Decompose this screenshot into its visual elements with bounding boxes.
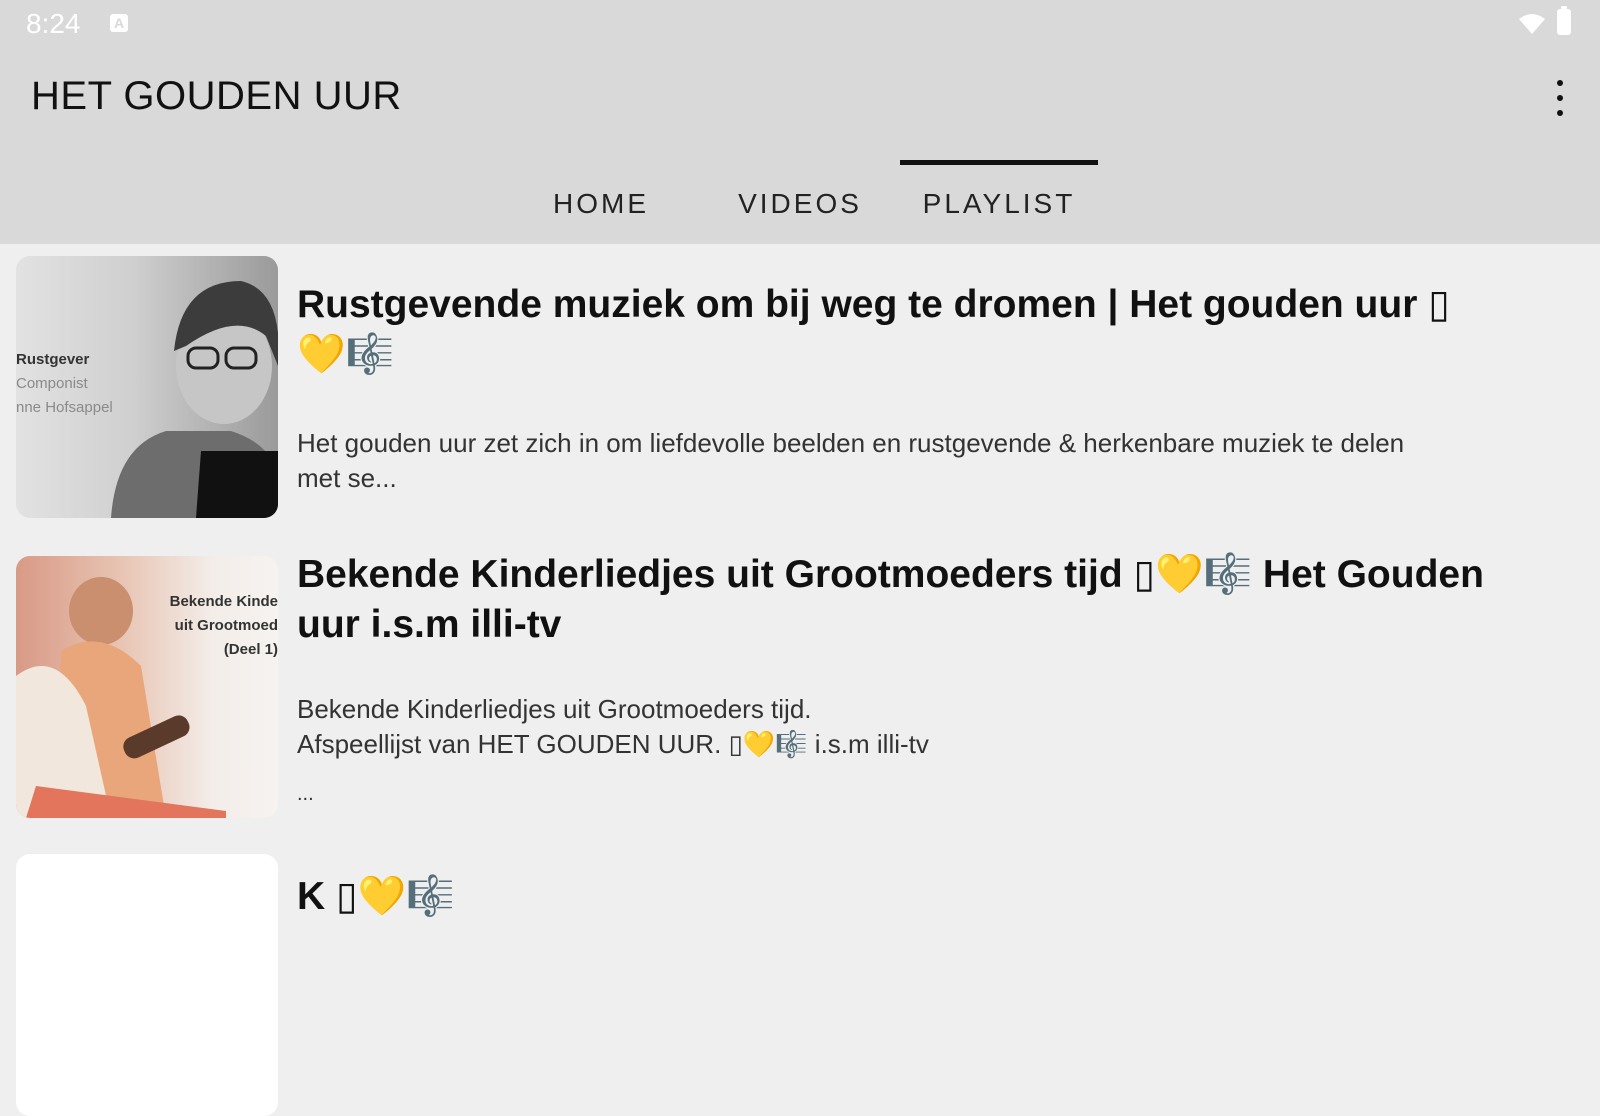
playlist-list[interactable]: Rustgever Componist nne Hofsappel Rustge… [0, 244, 1600, 1116]
thumbnail-caption: Bekende Kinde [169, 593, 278, 610]
thumbnail-caption: Componist [16, 375, 88, 392]
tab-playlist[interactable]: PLAYLIST [900, 168, 1098, 240]
playlist-title[interactable]: Bekende Kinderliedjes uit Grootmoeders t… [297, 550, 1567, 650]
status-bar: 8:24 A [0, 0, 1600, 48]
thumbnail-caption: Rustgever [16, 351, 90, 368]
thumbnail-caption: nne Hofsappel [16, 399, 113, 416]
wifi-icon [1519, 14, 1545, 34]
app-bar: HET GOUDEN UUR HOME VIDEOS PLAYLIST [0, 48, 1600, 244]
tab-indicator [900, 160, 1098, 165]
playlist-thumbnail[interactable]: Rustgever Componist nne Hofsappel [16, 256, 278, 518]
playlist-description: Bekende Kinderliedjes uit Grootmoeders t… [297, 694, 929, 805]
thumbnail-caption: (Deel 1) [223, 641, 278, 658]
more-vert-icon[interactable] [1550, 80, 1570, 116]
playlist-thumbnail[interactable]: Bekende Kinde uit Grootmoed (Deel 1) [16, 556, 278, 818]
playlist-title[interactable]: Rustgevende muziek om bij weg te dromen … [297, 280, 1567, 380]
playlist-title[interactable]: K ▯💛🎼 [297, 872, 1567, 922]
battery-icon [1557, 6, 1571, 35]
a-icon: A [110, 14, 128, 32]
app-title: HET GOUDEN UUR [31, 74, 402, 118]
playlist-description: Het gouden uur zet zich in om liefdevoll… [297, 428, 1405, 493]
thumbnail-caption: uit Grootmoed [174, 617, 278, 634]
playlist-thumbnail[interactable] [16, 854, 278, 1116]
tab-videos[interactable]: VIDEOS [716, 168, 884, 240]
status-time: 8:24 [26, 8, 81, 39]
tab-home[interactable]: HOME [530, 168, 672, 240]
tab-bar: HOME VIDEOS PLAYLIST [0, 168, 1600, 244]
